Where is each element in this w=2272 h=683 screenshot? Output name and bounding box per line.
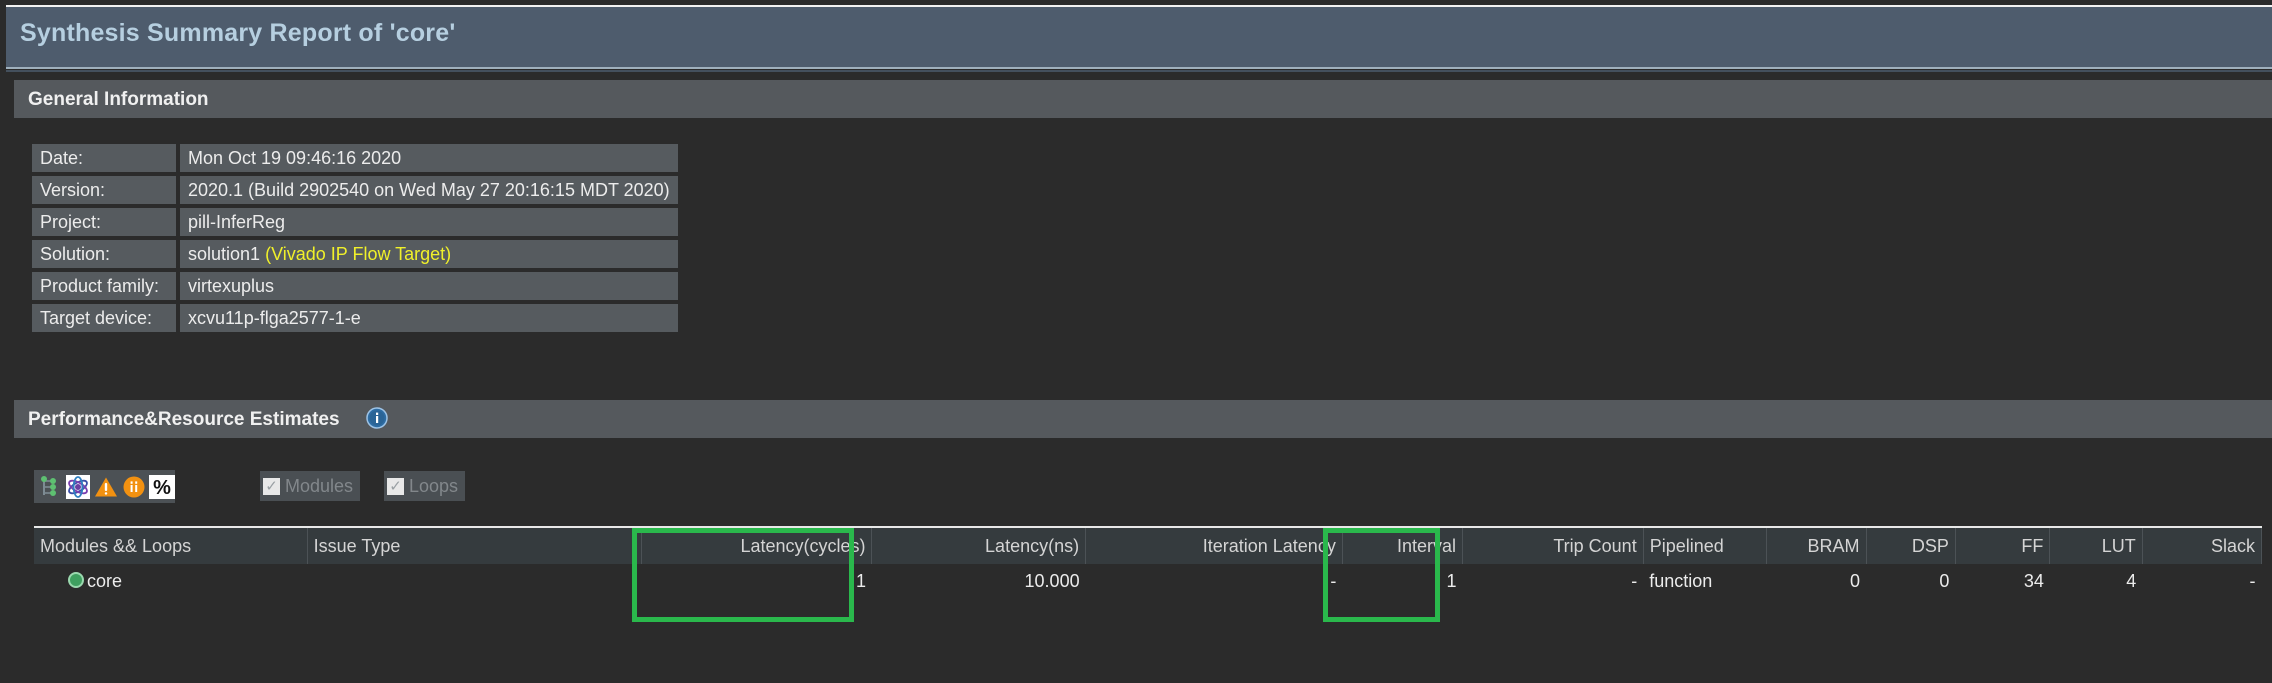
gi-label-project: Project: (32, 208, 176, 236)
gi-value-version: 2020.1 (Build 2902540 on Wed May 27 20:1… (180, 176, 678, 204)
atom-icon[interactable] (65, 473, 92, 501)
check-icon: ✓ (389, 477, 402, 495)
module-name-label: core (87, 570, 123, 591)
performance-resource-header[interactable]: Performance&Resource Estimates (14, 400, 2272, 438)
gi-label-date: Date: (32, 144, 176, 172)
cell-slack: - (2142, 564, 2262, 598)
table-row: Target device: xcvu11p-flga2577-1-e (32, 304, 678, 332)
general-information-body: Date: Mon Oct 19 09:46:16 2020 Version: … (14, 120, 2272, 380)
column-header-trip-count[interactable]: Trip Count (1462, 528, 1644, 564)
cell-bram: 0 (1766, 564, 1867, 598)
solution-flow-target: (Vivado IP Flow Target) (265, 243, 452, 264)
cell-issue-type (307, 564, 642, 598)
report-titlebar: Synthesis Summary Report of 'core' (6, 5, 2272, 67)
solution-name: solution1 (188, 243, 261, 264)
cell-trip-count: - (1462, 564, 1644, 598)
column-header-interval[interactable]: Interval (1342, 528, 1463, 564)
checkbox-modules[interactable]: ✓ (263, 477, 280, 495)
gi-value-solution: solution1 (Vivado IP Flow Target) (180, 240, 678, 268)
column-header-latency-ns[interactable]: Latency(ns) (871, 528, 1087, 564)
table-row[interactable]: core 1 10.000 - 1 - function 0 0 34 4 - (34, 564, 2262, 598)
gi-value-product-family: virtexuplus (180, 272, 678, 300)
gi-value-target-device: xcvu11p-flga2577-1-e (180, 304, 678, 332)
column-header-issue-type[interactable]: Issue Type (307, 528, 643, 564)
title-divider-light (6, 67, 2272, 69)
svg-text:%: % (153, 477, 171, 499)
check-icon: ✓ (265, 477, 278, 495)
column-header-pipelined[interactable]: Pipelined (1643, 528, 1767, 564)
cell-latency-cycles: 1 (641, 564, 872, 598)
percent-icon[interactable]: % (148, 473, 175, 501)
title-divider-dark (6, 70, 2272, 72)
info-icon[interactable] (366, 407, 388, 429)
table-row: Version: 2020.1 (Build 2902540 on Wed Ma… (32, 176, 678, 204)
column-header-iteration-latency[interactable]: Iteration Latency (1085, 528, 1343, 564)
performance-resource-body: % ✓ Modules ✓ Loops Modules && Loops Iss… (14, 440, 2272, 683)
cell-ff: 34 (1955, 564, 2050, 598)
filter-modules[interactable]: ✓ Modules (260, 471, 361, 501)
table-row: Product family: virtexuplus (32, 272, 678, 300)
column-header-bram[interactable]: BRAM (1766, 528, 1867, 564)
gi-label-product-family: Product family: (32, 272, 176, 300)
column-header-lut[interactable]: LUT (2049, 528, 2143, 564)
checkbox-loops[interactable]: ✓ (387, 477, 404, 495)
table-row: Date: Mon Oct 19 09:46:16 2020 (32, 144, 678, 172)
cell-module-name[interactable]: core (34, 564, 308, 598)
column-header-ff[interactable]: FF (1955, 528, 2051, 564)
page-title: Synthesis Summary Report of 'core' (20, 19, 456, 47)
column-header-latency-cycles[interactable]: Latency(cycles) (641, 528, 873, 564)
column-header-dsp[interactable]: DSP (1866, 528, 1956, 564)
performance-results-table: Modules && Loops Issue Type Latency(cycl… (34, 528, 2263, 598)
general-information-header[interactable]: General Information (14, 80, 2272, 118)
expand-hierarchy-icon[interactable] (37, 473, 64, 501)
cell-latency-ns: 10.000 (871, 564, 1086, 598)
cell-interval: 1 (1342, 564, 1463, 598)
column-header-slack[interactable]: Slack (2142, 528, 2263, 564)
warning-triangle-icon[interactable] (93, 473, 120, 501)
info-circle-icon[interactable] (120, 473, 147, 501)
synthesis-summary-report: Synthesis Summary Report of 'core' Gener… (0, 0, 2272, 683)
table-row: Project: pill-InferReg (32, 208, 678, 236)
table-row: Solution: solution1 (Vivado IP Flow Targ… (32, 240, 678, 268)
gi-label-solution: Solution: (32, 240, 176, 268)
module-status-icon (68, 572, 84, 588)
cell-dsp: 0 (1866, 564, 1956, 598)
gi-label-target-device: Target device: (32, 304, 176, 332)
gi-value-date: Mon Oct 19 09:46:16 2020 (180, 144, 678, 172)
filter-modules-label: Modules (285, 475, 354, 496)
cell-iteration-latency: - (1085, 564, 1343, 598)
general-information-title: General Information (28, 89, 209, 110)
results-toolbar: % (34, 470, 175, 503)
filter-loops-label: Loops (409, 475, 459, 496)
gi-label-version: Version: (32, 176, 176, 204)
general-information-table: Date: Mon Oct 19 09:46:16 2020 Version: … (32, 140, 678, 336)
performance-resource-title: Performance&Resource Estimates (28, 409, 340, 430)
column-header-modules-loops[interactable]: Modules && Loops (34, 528, 308, 564)
table-header-row: Modules && Loops Issue Type Latency(cycl… (34, 528, 2263, 564)
gi-value-project: pill-InferReg (180, 208, 678, 236)
cell-pipelined: function (1643, 564, 1767, 598)
cell-lut: 4 (2049, 564, 2143, 598)
titlebar-container: Synthesis Summary Report of 'core' (0, 0, 2272, 76)
filter-loops[interactable]: ✓ Loops (384, 471, 466, 501)
